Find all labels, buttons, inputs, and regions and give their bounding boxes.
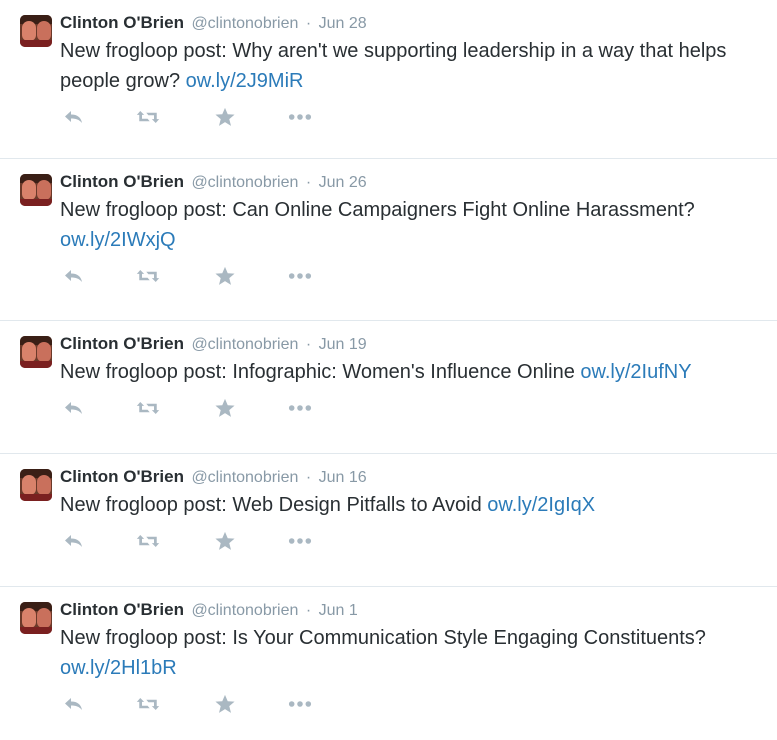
star-icon — [215, 694, 235, 713]
more-button[interactable] — [288, 106, 312, 128]
avatar[interactable] — [20, 15, 52, 47]
tweet-body: New frogloop post: Web Design Pitfalls t… — [60, 494, 482, 516]
favorite-button[interactable] — [213, 265, 237, 287]
more-button[interactable] — [288, 265, 312, 287]
separator: · — [305, 469, 312, 486]
tweet-text: New frogloop post: Infographic: Women's … — [60, 357, 767, 387]
more-icon — [288, 538, 312, 544]
retweet-button[interactable] — [136, 397, 160, 419]
tweet-date[interactable]: Jun 26 — [319, 174, 367, 191]
tweet-actions — [60, 96, 767, 140]
author-handle[interactable]: @clintonobrien — [191, 174, 298, 191]
reply-button[interactable] — [62, 693, 86, 715]
star-icon — [215, 266, 235, 285]
tweet-link[interactable]: ow.ly/2J9MiR — [186, 70, 304, 92]
tweet-text: New frogloop post: Can Online Campaigner… — [60, 195, 767, 255]
tweet-link[interactable]: ow.ly/2IgIqX — [487, 494, 595, 516]
tweet-header: Clinton O'Brien @clintonobrien · Jun 19 — [60, 321, 767, 355]
author-handle[interactable]: @clintonobrien — [191, 15, 298, 32]
tweet-text: New frogloop post: Is Your Communication… — [60, 623, 767, 683]
avatar[interactable] — [20, 174, 52, 206]
tweet-header: Clinton O'Brien @clintonobrien · Jun 16 — [60, 454, 767, 488]
reply-button[interactable] — [62, 106, 86, 128]
separator: · — [305, 602, 312, 619]
more-icon — [288, 114, 312, 120]
tweet-body: New frogloop post: Why aren't we support… — [60, 40, 727, 92]
more-button[interactable] — [288, 397, 312, 419]
retweet-button[interactable] — [136, 530, 160, 552]
author-handle[interactable]: @clintonobrien — [191, 336, 298, 353]
favorite-button[interactable] — [213, 530, 237, 552]
author-name[interactable]: Clinton O'Brien — [60, 13, 184, 32]
tweet-actions — [60, 520, 767, 564]
star-icon — [215, 107, 235, 126]
tweet-timeline: Clinton O'Brien @clintonobrien · Jun 28 … — [0, 0, 777, 740]
tweet-item[interactable]: Clinton O'Brien @clintonobrien · Jun 28 … — [0, 0, 777, 159]
tweet-date[interactable]: Jun 19 — [319, 336, 367, 353]
tweet-date[interactable]: Jun 16 — [319, 469, 367, 486]
reply-button[interactable] — [62, 265, 86, 287]
star-icon — [215, 398, 235, 417]
favorite-button[interactable] — [213, 693, 237, 715]
tweet-item[interactable]: Clinton O'Brien @clintonobrien · Jun 16 … — [0, 454, 777, 587]
tweet-actions — [60, 683, 767, 727]
tweet-header: Clinton O'Brien @clintonobrien · Jun 26 — [60, 159, 767, 193]
reply-icon — [65, 698, 82, 710]
retweet-icon — [136, 111, 160, 123]
reply-icon — [65, 270, 82, 282]
retweet-icon — [136, 535, 160, 547]
author-name[interactable]: Clinton O'Brien — [60, 172, 184, 191]
tweet-link[interactable]: ow.ly/2Hl1bR — [60, 657, 177, 679]
separator: · — [305, 15, 312, 32]
tweet-date[interactable]: Jun 1 — [319, 602, 358, 619]
tweet-text: New frogloop post: Web Design Pitfalls t… — [60, 490, 767, 520]
tweet-text: New frogloop post: Why aren't we support… — [60, 36, 767, 96]
reply-icon — [65, 111, 82, 123]
reply-button[interactable] — [62, 397, 86, 419]
reply-icon — [65, 402, 82, 414]
separator: · — [305, 174, 312, 191]
retweet-button[interactable] — [136, 106, 160, 128]
more-button[interactable] — [288, 693, 312, 715]
retweet-button[interactable] — [136, 265, 160, 287]
tweet-header: Clinton O'Brien @clintonobrien · Jun 1 — [60, 587, 767, 621]
tweet-link[interactable]: ow.ly/2IWxjQ — [60, 229, 176, 251]
more-icon — [288, 405, 312, 411]
more-button[interactable] — [288, 530, 312, 552]
tweet-body: New frogloop post: Can Online Campaigner… — [60, 199, 695, 221]
retweet-icon — [136, 698, 160, 710]
retweet-button[interactable] — [136, 693, 160, 715]
avatar[interactable] — [20, 469, 52, 501]
author-name[interactable]: Clinton O'Brien — [60, 467, 184, 486]
tweet-item[interactable]: Clinton O'Brien @clintonobrien · Jun 26 … — [0, 159, 777, 321]
author-name[interactable]: Clinton O'Brien — [60, 600, 184, 619]
tweet-date[interactable]: Jun 28 — [319, 15, 367, 32]
reply-icon — [65, 535, 82, 547]
avatar[interactable] — [20, 602, 52, 634]
tweet-link[interactable]: ow.ly/2IufNY — [580, 361, 691, 383]
tweet-item[interactable]: Clinton O'Brien @clintonobrien · Jun 19 … — [0, 321, 777, 454]
author-handle[interactable]: @clintonobrien — [191, 602, 298, 619]
tweet-body: New frogloop post: Infographic: Women's … — [60, 361, 575, 383]
separator: · — [305, 336, 312, 353]
reply-button[interactable] — [62, 530, 86, 552]
more-icon — [288, 273, 312, 279]
tweet-actions — [60, 255, 767, 299]
star-icon — [215, 531, 235, 550]
tweet-header: Clinton O'Brien @clintonobrien · Jun 28 — [60, 0, 767, 34]
retweet-icon — [136, 402, 160, 414]
more-icon — [288, 701, 312, 707]
tweet-body: New frogloop post: Is Your Communication… — [60, 627, 706, 649]
tweet-item[interactable]: Clinton O'Brien @clintonobrien · Jun 1 N… — [0, 587, 777, 740]
favorite-button[interactable] — [213, 106, 237, 128]
tweet-actions — [60, 387, 767, 431]
author-name[interactable]: Clinton O'Brien — [60, 334, 184, 353]
favorite-button[interactable] — [213, 397, 237, 419]
avatar[interactable] — [20, 336, 52, 368]
retweet-icon — [136, 270, 160, 282]
author-handle[interactable]: @clintonobrien — [191, 469, 298, 486]
